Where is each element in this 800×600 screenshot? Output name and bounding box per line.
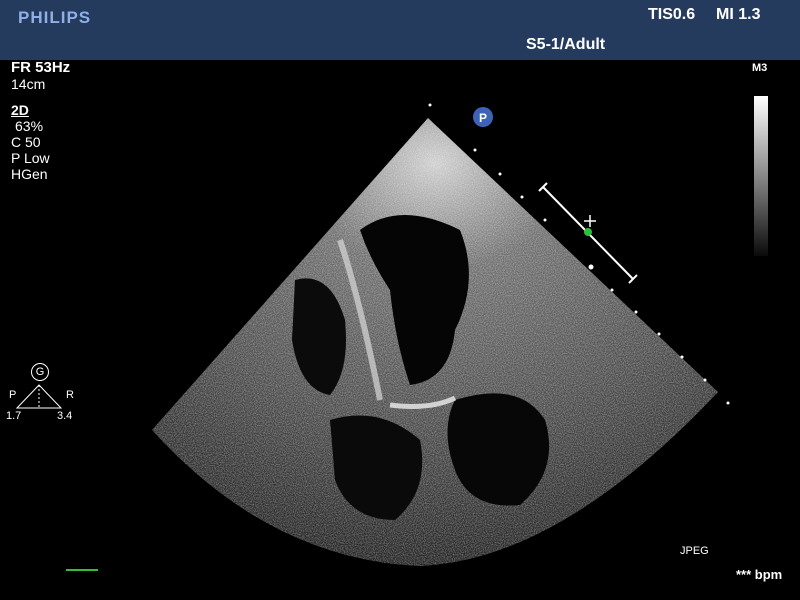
focus-marker <box>584 228 592 236</box>
orientation-right-letter: R <box>66 389 74 401</box>
image-format-label: JPEG <box>680 545 709 557</box>
heart-rate-readout: *** bpm <box>736 567 783 582</box>
orientation-left-value: 1.7 <box>6 410 22 422</box>
focus-indicator-icon: G <box>31 363 49 381</box>
orientation-triangle-icon <box>15 384 63 409</box>
orientation-right-value: 3.4 <box>57 410 73 422</box>
ecg-trace <box>66 569 98 571</box>
orientation-marker-icon: P <box>473 107 493 127</box>
orientation-marker-letter: P <box>479 111 487 125</box>
ultrasound-sector: P <box>15 103 730 566</box>
orientation-left-letter: P <box>9 389 17 401</box>
